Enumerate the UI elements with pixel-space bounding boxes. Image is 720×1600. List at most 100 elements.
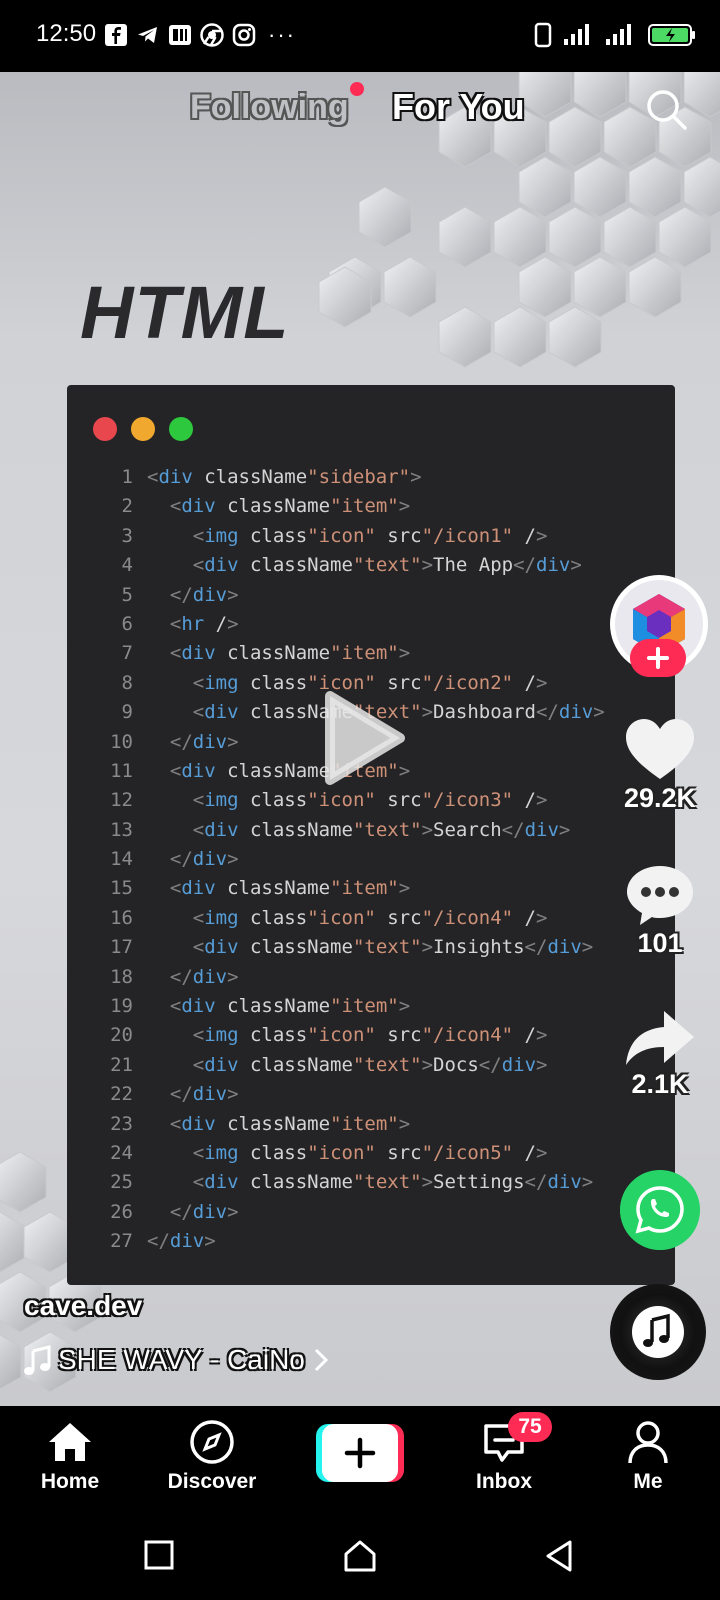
nav-inbox-label: Inbox	[476, 1470, 532, 1493]
code-text: <div className"text">The App</div>	[192, 554, 582, 577]
chevron-right-icon	[314, 1348, 328, 1372]
create-button[interactable]	[316, 1424, 404, 1482]
line-number: 16	[110, 906, 133, 929]
code-line: 19 <div className"item">	[67, 992, 675, 1021]
heart-icon	[626, 719, 694, 779]
code-line: 17 <div className"text">Insights</div>	[67, 933, 675, 962]
nav-me-label: Me	[633, 1470, 663, 1493]
line-number: 9	[121, 701, 133, 724]
code-text: <div className"item">	[169, 995, 411, 1018]
tab-for-you[interactable]: For You	[392, 86, 525, 128]
profile-icon	[628, 1421, 668, 1464]
code-line: 2 <div className"item">	[67, 492, 675, 521]
code-text: </div>	[169, 848, 239, 871]
play-icon[interactable]	[318, 688, 408, 788]
code-line: 13 <div className"text">Search</div>	[67, 816, 675, 845]
more-notifications-icon: ···	[268, 22, 296, 47]
line-number: 22	[110, 1083, 133, 1106]
compass-icon	[190, 1420, 234, 1464]
code-line: 16 <img class"icon" src"/icon4" />	[67, 904, 675, 933]
code-line: 12 <img class"icon" src"/icon3" />	[67, 786, 675, 815]
telegram-icon	[138, 27, 157, 43]
code-text: </div>	[169, 583, 239, 606]
music-info[interactable]: SHE WAVY - CaiNo	[24, 1344, 331, 1376]
recent-apps-icon[interactable]	[140, 1536, 180, 1576]
inbox-badge: 75	[508, 1412, 552, 1442]
code-line: 3 <img class"icon" src"/icon1" />	[67, 522, 675, 551]
tab-following[interactable]: Following	[190, 88, 349, 127]
line-number: 25	[110, 1171, 133, 1194]
nav-home[interactable]: Home	[10, 1418, 130, 1494]
back-icon[interactable]	[540, 1536, 580, 1576]
signal-icon	[564, 24, 589, 45]
code-line: 6 <hr />	[67, 610, 675, 639]
status-time: 12:50	[36, 20, 97, 47]
video-title-overlay: HTML	[80, 271, 290, 354]
code-line: 1 <div className"sidebar">	[67, 463, 675, 492]
share-button[interactable]: 2.1K	[612, 1007, 708, 1100]
line-number: 24	[110, 1141, 133, 1164]
home-icon	[49, 1423, 91, 1461]
maximize-dot-icon	[169, 417, 193, 441]
line-number: 7	[121, 642, 133, 665]
code-line: 24 <img class"icon" src"/icon5" />	[67, 1139, 675, 1168]
video-player[interactable]: HTML 1 <div className"sidebar"> 2 <div cla…	[0, 72, 720, 1406]
nav-discover-label: Discover	[167, 1470, 257, 1493]
line-number: 17	[110, 936, 133, 959]
line-number: 10	[110, 730, 133, 753]
line-number: 21	[110, 1053, 133, 1076]
whatsapp-share-icon[interactable]	[620, 1170, 700, 1250]
system-navigation-bar	[0, 1516, 720, 1600]
code-text: </div>	[169, 730, 239, 753]
code-text: </div>	[169, 1200, 239, 1223]
signal-icon	[606, 24, 631, 45]
battery-charging-icon	[648, 24, 695, 46]
code-text: <div className"text">Search</div>	[192, 818, 571, 841]
code-line: 22 </div>	[67, 1080, 675, 1109]
like-button[interactable]: 29.2K	[612, 717, 708, 814]
following-notification-dot	[350, 82, 364, 96]
line-number: 13	[110, 818, 133, 841]
search-icon[interactable]	[645, 88, 689, 132]
code-text: <div className"item">	[169, 495, 411, 518]
close-dot-icon	[93, 417, 117, 441]
line-number: 8	[121, 671, 133, 694]
nav-home-label: Home	[40, 1470, 100, 1493]
minimize-dot-icon	[131, 417, 155, 441]
comment-count: 101	[637, 928, 683, 958]
line-number: 18	[110, 965, 133, 988]
home-button-icon[interactable]	[340, 1536, 380, 1576]
code-text: <img class"icon" src"/icon4" />	[192, 1024, 548, 1047]
code-text: </div>	[169, 1083, 239, 1106]
code-text: </div>	[169, 965, 239, 988]
line-number: 1	[121, 466, 133, 488]
nav-me[interactable]: Me	[588, 1418, 708, 1494]
nav-discover[interactable]: Discover	[152, 1418, 272, 1494]
music-title: SHE WAVY - CaiNo	[58, 1344, 305, 1375]
code-text: <div className"item">	[169, 1112, 411, 1135]
code-line: 27 </div>	[67, 1227, 675, 1256]
share-icon	[626, 1011, 694, 1065]
code-line: 23 <div className"item">	[67, 1110, 675, 1139]
code-text: <img class"icon" src"/icon1" />	[192, 524, 548, 547]
follow-button[interactable]	[630, 639, 686, 677]
line-number: 4	[121, 554, 133, 577]
code-text: <hr />	[169, 612, 239, 635]
music-note-icon	[643, 1313, 670, 1347]
comment-icon	[627, 866, 693, 925]
code-line: 7 <div className"item">	[67, 639, 675, 668]
code-line: 18 </div>	[67, 963, 675, 992]
line-number: 27	[110, 1230, 133, 1253]
code-text: <div className"item">	[169, 877, 411, 900]
line-number: 12	[110, 789, 133, 812]
line-number: 3	[121, 524, 133, 547]
creator-username[interactable]: cave.dev	[24, 1290, 142, 1322]
line-number: 6	[121, 612, 133, 635]
line-number: 2	[121, 495, 133, 518]
comment-button[interactable]: 101	[612, 862, 708, 959]
line-number: 20	[110, 1024, 133, 1047]
code-text: <div className"sidebar">	[147, 466, 422, 488]
music-disc[interactable]	[610, 1284, 706, 1380]
line-number: 11	[110, 759, 133, 782]
code-block: 1 <div className"sidebar"> 2 <div classNam…	[67, 463, 675, 1257]
